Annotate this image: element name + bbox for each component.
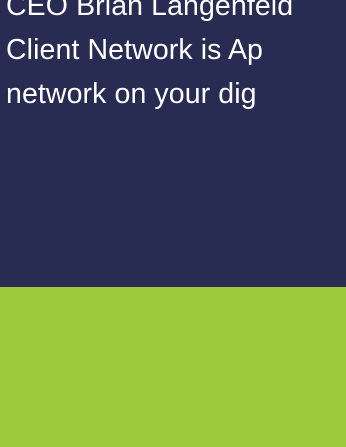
- hero-text-line: network on your dig: [6, 78, 257, 110]
- green-accent-band: [0, 287, 346, 447]
- hero-text: CEO Brian Langenfeld Client Network is A…: [6, 0, 346, 116]
- hero-text-line: Client Network is Ap: [6, 34, 264, 66]
- hero-text-line: CEO Brian Langenfeld: [6, 0, 294, 22]
- hero-banner: CEO Brian Langenfeld Client Network is A…: [0, 0, 346, 287]
